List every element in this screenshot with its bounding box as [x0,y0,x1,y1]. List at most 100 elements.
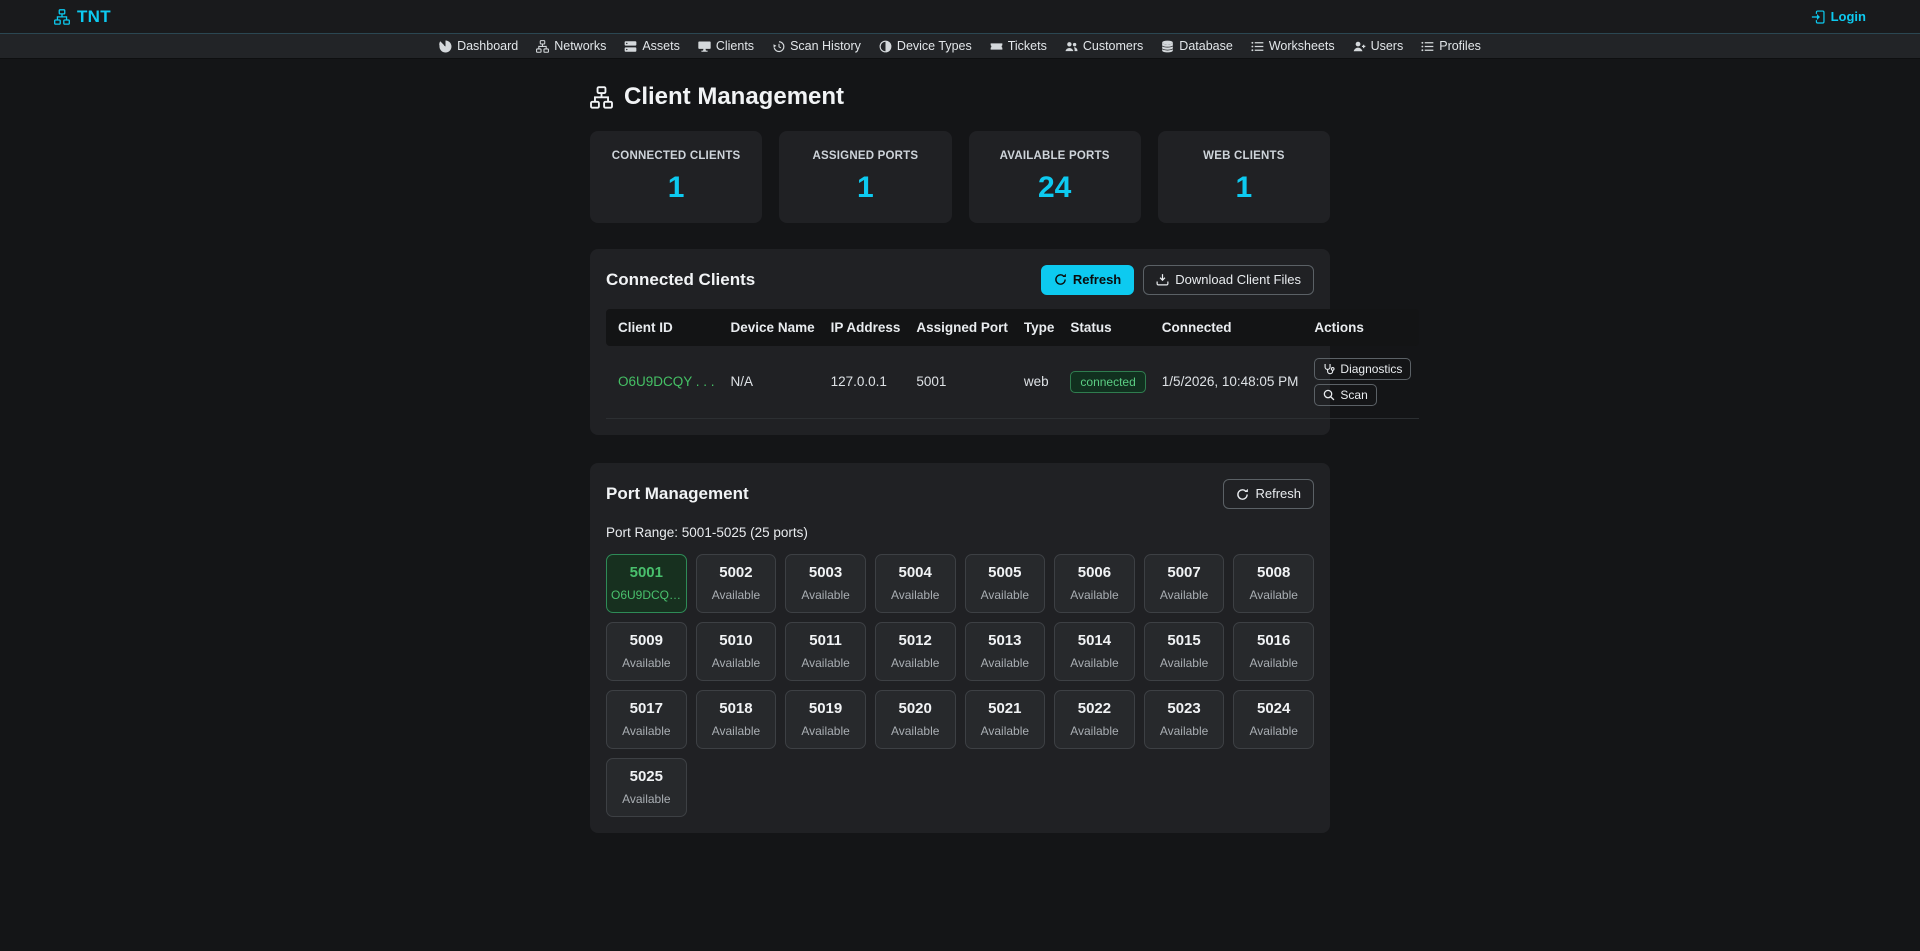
port-card-5015: 5015Available [1144,622,1225,681]
page-title: Client Management [590,83,1330,111]
port-status: Available [880,656,951,670]
port-status: Available [880,724,951,738]
column-header-actions: Actions [1306,309,1419,346]
nav-item-scan-history[interactable]: Scan History [763,39,870,53]
stat-card-available-ports: AVAILABLE PORTS24 [969,131,1141,223]
port-status: Available [1238,588,1309,602]
nav-item-profiles[interactable]: Profiles [1412,39,1490,53]
main-nav: Dashboard Networks Assets Clients Scan Histo… [0,34,1920,59]
port-card-5020: 5020 Available [875,690,956,749]
users-icon [1065,40,1078,53]
connected-clients-title: Connected Clients [606,270,755,290]
device-name-cell: N/A [723,346,823,419]
stat-card-connected-clients: CONNECTED CLIENTS1 [590,131,762,223]
port-number: 5006 [1059,564,1130,581]
port-number: 5025 [611,768,682,785]
port-number: 5023 [1149,700,1220,717]
port-card-5014: 5014Available [1054,622,1135,681]
port-status: Available [701,588,772,602]
stat-value: 1 [1164,171,1324,205]
stat-label: ASSIGNED PORTS [785,150,945,162]
port-card-5007: 5007Available [1144,554,1225,613]
stat-value: 1 [785,171,945,205]
nav-item-label: Database [1179,39,1233,53]
stat-card-assigned-ports: ASSIGNED PORTS 1 [779,131,951,223]
scan-button[interactable]: Scan [1314,384,1376,406]
database-icon [1161,40,1174,53]
sitemap-icon [536,40,549,53]
port-status: O6U9DCQY... [611,588,682,602]
nav-item-device-types[interactable]: Device Types [870,39,981,53]
nav-item-users[interactable]: Users [1344,39,1413,53]
port-card-5013: 5013Available [965,622,1046,681]
brand-name: TNT [77,7,111,27]
port-card-5024: 5024 Available [1233,690,1314,749]
brand[interactable]: TNT [54,7,111,27]
nav-item-tickets[interactable]: Tickets [981,39,1056,53]
column-header-type: Type [1016,309,1063,346]
port-management-title: Port Management [606,484,749,504]
stat-card-web-clients: WEB CLIENTS1 [1158,131,1330,223]
nav-item-label: Profiles [1439,39,1481,53]
sitemap-icon [590,86,613,109]
port-number: 5001 [611,564,682,581]
nav-item-clients[interactable]: Clients [689,39,763,53]
port-status: Available [970,724,1041,738]
port-status: Available [1149,656,1220,670]
port-card-5018: 5018Available [696,690,777,749]
port-number: 5024 [1238,700,1309,717]
port-number: 5013 [970,632,1041,649]
port-number: 5020 [880,700,951,717]
nav-item-label: Worksheets [1269,39,1335,53]
ip-address-cell: 127.0.0.1 [823,346,909,419]
port-card-5011: 5011Available [785,622,866,681]
refresh-clients-label: Refresh [1073,272,1121,288]
top-header: TNT Login [0,0,1920,34]
diagnostics-button[interactable]: Diagnostics [1314,358,1411,380]
download-client-files-button[interactable]: Download Client Files [1143,265,1314,295]
stethoscope-icon [1323,363,1335,375]
port-card-5010: 5010Available [696,622,777,681]
nav-item-networks[interactable]: Networks [527,39,615,53]
nav-item-worksheets[interactable]: Worksheets [1242,39,1344,53]
stat-value: 1 [596,171,756,205]
port-status: Available [970,588,1041,602]
nav-item-label: Tickets [1008,39,1047,53]
nav-item-assets[interactable]: Assets [615,39,689,53]
port-number: 5012 [880,632,951,649]
clients-table: Client IDDevice NameIP AddressAssigned P… [606,309,1419,420]
nav-item-label: Clients [716,39,754,53]
nav-item-database[interactable]: Database [1152,39,1242,53]
column-header-device-name: Device Name [723,309,823,346]
table-row: O6U9DCQY . . .N/A127.0.0.15001webconnect… [606,346,1419,419]
column-header-ip-address: IP Address [823,309,909,346]
page-title-text: Client Management [624,83,844,111]
port-management-panel: Port Management Refresh Port Range: 5001… [590,463,1330,833]
port-number: 5022 [1059,700,1130,717]
port-status: Available [1238,724,1309,738]
column-header-connected: Connected [1154,309,1307,346]
refresh-ports-button[interactable]: Refresh [1223,479,1314,509]
port-number: 5016 [1238,632,1309,649]
port-status: Available [611,792,682,806]
nav-item-label: Device Types [897,39,972,53]
port-status: Available [611,724,682,738]
login-link[interactable]: Login [1811,9,1866,24]
refresh-clients-button[interactable]: Refresh [1041,265,1134,295]
assigned-port-cell: 5001 [908,346,1016,419]
port-status: Available [1059,588,1130,602]
port-card-5006: 5006 Available [1054,554,1135,613]
login-label: Login [1831,9,1866,24]
nav-item-label: Assets [642,39,680,53]
port-number: 5014 [1059,632,1130,649]
column-header-client-id: Client ID [606,309,723,346]
port-number: 5021 [970,700,1041,717]
nav-item-label: Networks [554,39,606,53]
stat-label: AVAILABLE PORTS [975,150,1135,162]
ticket-icon [990,40,1003,53]
connected-time-cell: 1/5/2026, 10:48:05 PM [1154,346,1307,419]
nav-item-dashboard[interactable]: Dashboard [430,39,527,53]
port-number: 5011 [790,632,861,649]
nav-item-customers[interactable]: Customers [1056,39,1152,53]
half-circle-icon [879,40,892,53]
